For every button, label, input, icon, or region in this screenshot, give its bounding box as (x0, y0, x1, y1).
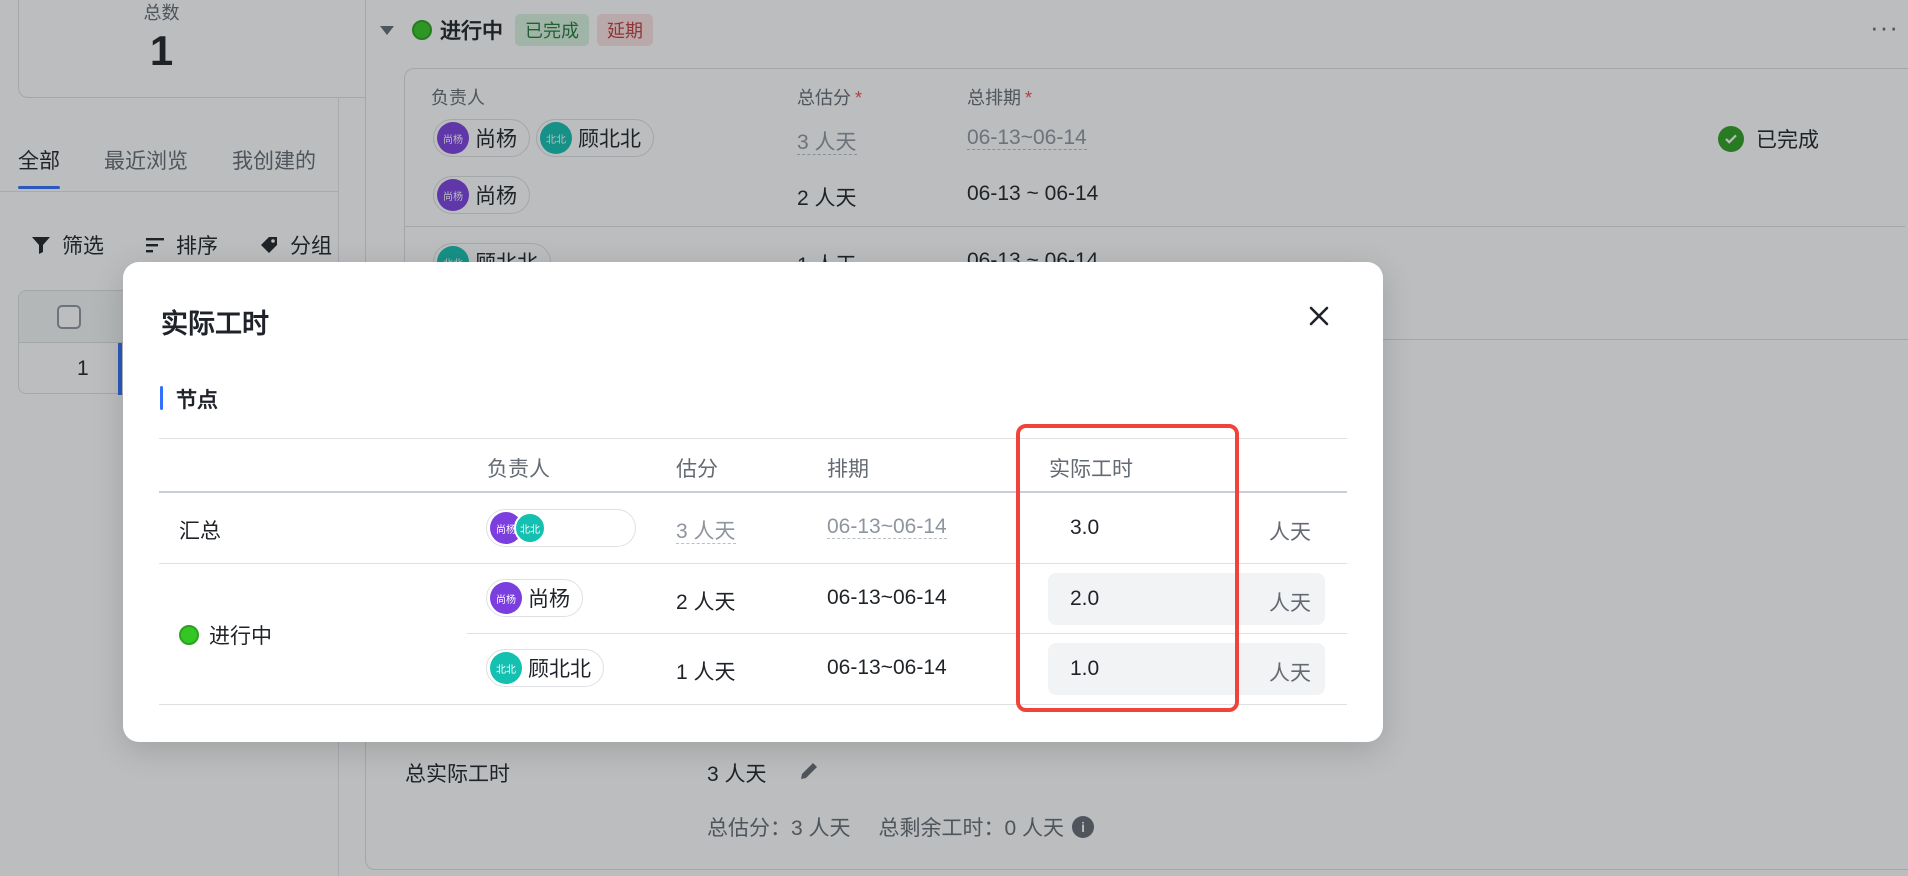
summary-row-label: 汇总 (179, 520, 221, 543)
owner-chip[interactable]: 北北顾北北 (486, 649, 604, 687)
row-estimate: 2 人天 (676, 591, 736, 614)
unit-label: 人天 (1269, 521, 1311, 544)
actual-hours-field[interactable]: 人天 (1048, 643, 1325, 695)
header-estimate: 估分 (676, 458, 718, 481)
group-status-label: 进行中 (209, 625, 272, 648)
avatar: 北北 (490, 652, 522, 684)
row-divider (159, 563, 1347, 564)
actual-hours-dialog: 实际工时 节点 负责人 估分 排期 实际工时 汇总 尚杨 北北 3 人天 06-… (123, 262, 1383, 742)
group-status: 进行中 (179, 620, 272, 650)
row-schedule: 06-13~06-14 (827, 586, 947, 609)
dialog-title: 实际工时 (161, 309, 269, 339)
summary-schedule-value: 06-13~06-14 (827, 515, 947, 539)
row-divider (467, 633, 1347, 634)
summary-actual-hours-input (1048, 502, 1228, 554)
actual-hours-field[interactable]: 人天 (1048, 573, 1325, 625)
section-node-label: 节点 (160, 384, 218, 414)
row-estimate: 1 人天 (676, 661, 736, 684)
table-header-border (159, 491, 1347, 493)
owner-name: 顾北北 (528, 658, 591, 681)
status-dot-icon (179, 625, 199, 645)
row-schedule: 06-13~06-14 (827, 656, 947, 679)
header-owner: 负责人 (487, 458, 550, 481)
actual-hours-input[interactable] (1048, 643, 1228, 695)
table-bottom-border (159, 704, 1347, 705)
table-top-border (159, 438, 1347, 439)
summary-owners[interactable]: 尚杨 北北 (486, 509, 636, 547)
owner-chip[interactable]: 尚杨 尚杨 (486, 579, 583, 617)
unit-label: 人天 (1269, 592, 1311, 615)
close-button[interactable] (1303, 300, 1335, 332)
header-actual-hours: 实际工时 (1049, 458, 1133, 481)
owner-name: 尚杨 (528, 588, 570, 611)
header-schedule: 排期 (827, 458, 869, 481)
summary-actual-hours: 人天 (1048, 502, 1325, 554)
avatar: 尚杨 (490, 582, 522, 614)
unit-label: 人天 (1269, 662, 1311, 685)
actual-hours-input[interactable] (1048, 573, 1228, 625)
summary-estimate-value: 3 人天 (676, 520, 736, 544)
close-icon (1309, 306, 1329, 326)
avatar-stack: 尚杨 北北 (490, 512, 546, 544)
avatar: 北北 (514, 512, 546, 544)
